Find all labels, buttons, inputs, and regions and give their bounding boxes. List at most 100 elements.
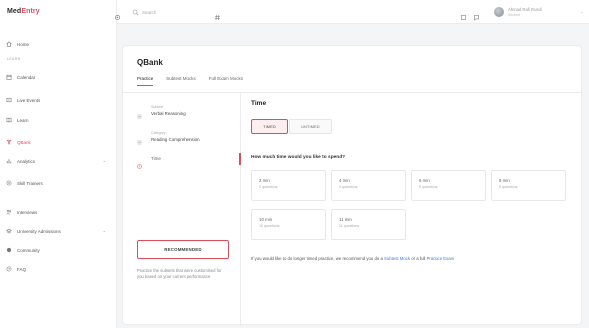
message-icon[interactable] xyxy=(473,8,480,21)
option-questions: 4 questions xyxy=(339,185,358,189)
sidebar-item-label: University Admissions xyxy=(17,228,61,234)
tab-full-exam-mocks[interactable]: Full Exam Mocks xyxy=(209,76,243,86)
option-questions: 8 questions xyxy=(499,185,518,189)
sidebar-item-label: Skill Trainers xyxy=(17,180,43,186)
option-time: 6 min xyxy=(419,178,430,183)
section-title: Time xyxy=(251,100,267,107)
option-time: 11 min xyxy=(339,217,352,222)
step-subtest[interactable]: Subtest Verbal Reasoning xyxy=(137,105,241,119)
time-option-8-min[interactable]: 8 min 8 questions xyxy=(491,170,566,201)
live-icon xyxy=(6,97,12,103)
user-name[interactable]: Ahmad Rafi Rusdi xyxy=(508,7,568,12)
time-option-11-min[interactable]: 11 min 11 questions xyxy=(331,209,406,240)
sidebar-item-label: Live Events xyxy=(17,97,41,103)
chevron-down-icon[interactable]: ⌄ xyxy=(580,9,583,14)
sidebar-item-analytics[interactable]: Analytics ⌄ xyxy=(6,156,112,166)
home-icon xyxy=(6,41,12,47)
sidebar-item-label: Analytics xyxy=(17,158,36,164)
interview-icon xyxy=(6,209,12,215)
tab-subtest-mocks[interactable]: Subtest Mocks xyxy=(166,76,196,86)
sidebar-item-learn[interactable]: Learn xyxy=(6,115,112,125)
sidebar-item-interviews[interactable]: Interviews xyxy=(6,207,112,217)
option-questions: 11 questions xyxy=(339,224,360,228)
chevron-down-icon[interactable]: ⌄ xyxy=(103,158,106,163)
step-label: Subtest xyxy=(151,105,164,109)
list-icon xyxy=(137,132,142,145)
step-time[interactable]: Time xyxy=(137,155,241,169)
settings-icon[interactable] xyxy=(114,8,121,20)
active-step-indicator xyxy=(239,153,241,165)
step-value: Reading Comprehension xyxy=(151,137,200,142)
subtest-mock-link[interactable]: Subtest Mock xyxy=(384,256,410,261)
hashtag-icon[interactable] xyxy=(214,8,221,20)
note-text: If you would like to do longer timed pra… xyxy=(251,256,385,261)
time-question: How much time would you like to spend? xyxy=(251,155,346,160)
sidebar-item-label: Learn xyxy=(17,117,29,123)
sidebar-section-label: LEARN xyxy=(7,57,21,61)
step-label: Category xyxy=(151,131,166,135)
sidebar-item-label: Home xyxy=(17,41,30,47)
chart-icon xyxy=(6,158,12,164)
sidebar-item-label: Interviews xyxy=(17,209,38,215)
search-placeholder: Search xyxy=(142,9,157,15)
list-icon xyxy=(137,106,142,119)
option-questions: 6 questions xyxy=(419,185,438,189)
sidebar-item-label: Calendar xyxy=(17,74,36,80)
qbank-tabs: Practice Subtest Mocks Full Exam Mocks xyxy=(137,76,256,86)
option-time: 10 min xyxy=(259,217,273,222)
recommended-description: Practice the subsets that were customise… xyxy=(137,268,222,279)
target-icon xyxy=(6,180,12,186)
option-time: 4 min xyxy=(339,178,350,183)
logo-text-accent: Entry xyxy=(21,8,40,15)
avatar[interactable] xyxy=(494,7,504,17)
sidebar-item-label: FAQ xyxy=(17,266,27,272)
sidebar: MedEntry Home LEARN Calendar Live Events… xyxy=(0,0,117,328)
step-category[interactable]: Category Reading Comprehension xyxy=(137,131,241,145)
practice-steps-panel: Subtest Verbal Reasoning Category Readin… xyxy=(123,93,241,326)
logo-text-main: Med xyxy=(7,8,22,15)
sidebar-item-community[interactable]: Community xyxy=(6,245,112,255)
top-bar: Search Ahmad Rafi Rusdi Student ⌄ xyxy=(114,0,589,24)
sidebar-item-label: Community xyxy=(17,247,40,253)
community-icon xyxy=(6,247,12,253)
notification-icon[interactable] xyxy=(460,8,467,20)
practice-exam-link[interactable]: Practice Exam xyxy=(427,256,455,261)
timed-toggle[interactable]: TIMED xyxy=(251,119,288,134)
option-questions: 10 questions xyxy=(259,224,280,228)
sidebar-item-live-events[interactable]: Live Events xyxy=(6,95,112,105)
qbank-card: QBank Practice Subtest Mocks Full Exam M… xyxy=(122,45,583,326)
chevron-down-icon[interactable]: ⌄ xyxy=(103,228,106,233)
untimed-toggle[interactable]: UNTIMED xyxy=(289,119,332,134)
sidebar-item-home[interactable]: Home xyxy=(6,39,112,49)
faq-icon xyxy=(6,266,12,272)
sidebar-item-faq[interactable]: FAQ xyxy=(6,264,112,274)
search-icon xyxy=(132,9,139,16)
longer-practice-note: If you would like to do longer timed pra… xyxy=(251,256,566,262)
user-role: Student xyxy=(508,13,521,17)
cap-icon xyxy=(6,228,12,234)
recommended-button[interactable]: RECOMMENDED xyxy=(137,240,229,259)
sidebar-item-calendar[interactable]: Calendar xyxy=(6,72,112,82)
clock-icon xyxy=(137,156,142,169)
sidebar-item-label: QBank xyxy=(17,139,31,145)
sidebar-item-skill-trainers[interactable]: Skill Trainers xyxy=(6,178,112,188)
time-option-2-min[interactable]: 2 min 2 questions xyxy=(251,170,326,201)
book-icon xyxy=(6,117,12,123)
qbank-icon xyxy=(6,139,12,145)
page-title: QBank xyxy=(137,58,163,67)
option-questions: 2 questions xyxy=(259,185,278,189)
time-option-10-min[interactable]: 10 min 10 questions xyxy=(251,209,326,240)
tab-practice[interactable]: Practice xyxy=(137,76,154,86)
calendar-icon xyxy=(6,74,12,80)
time-option-4-min[interactable]: 4 min 4 questions xyxy=(331,170,406,201)
option-time: 8 min xyxy=(499,178,510,183)
search-input[interactable]: Search xyxy=(129,8,189,16)
step-value: Verbal Reasoning xyxy=(151,111,186,116)
note-text-mid: or a full xyxy=(410,256,427,261)
option-time: 2 min xyxy=(259,178,270,183)
step-label: Time xyxy=(151,156,161,161)
sidebar-item-qbank[interactable]: QBank xyxy=(6,137,112,147)
sidebar-item-university-admissions[interactable]: University Admissions ⌄ xyxy=(6,226,112,236)
medentry-logo[interactable]: MedEntry xyxy=(7,8,40,15)
time-option-6-min[interactable]: 6 min 6 questions xyxy=(411,170,486,201)
